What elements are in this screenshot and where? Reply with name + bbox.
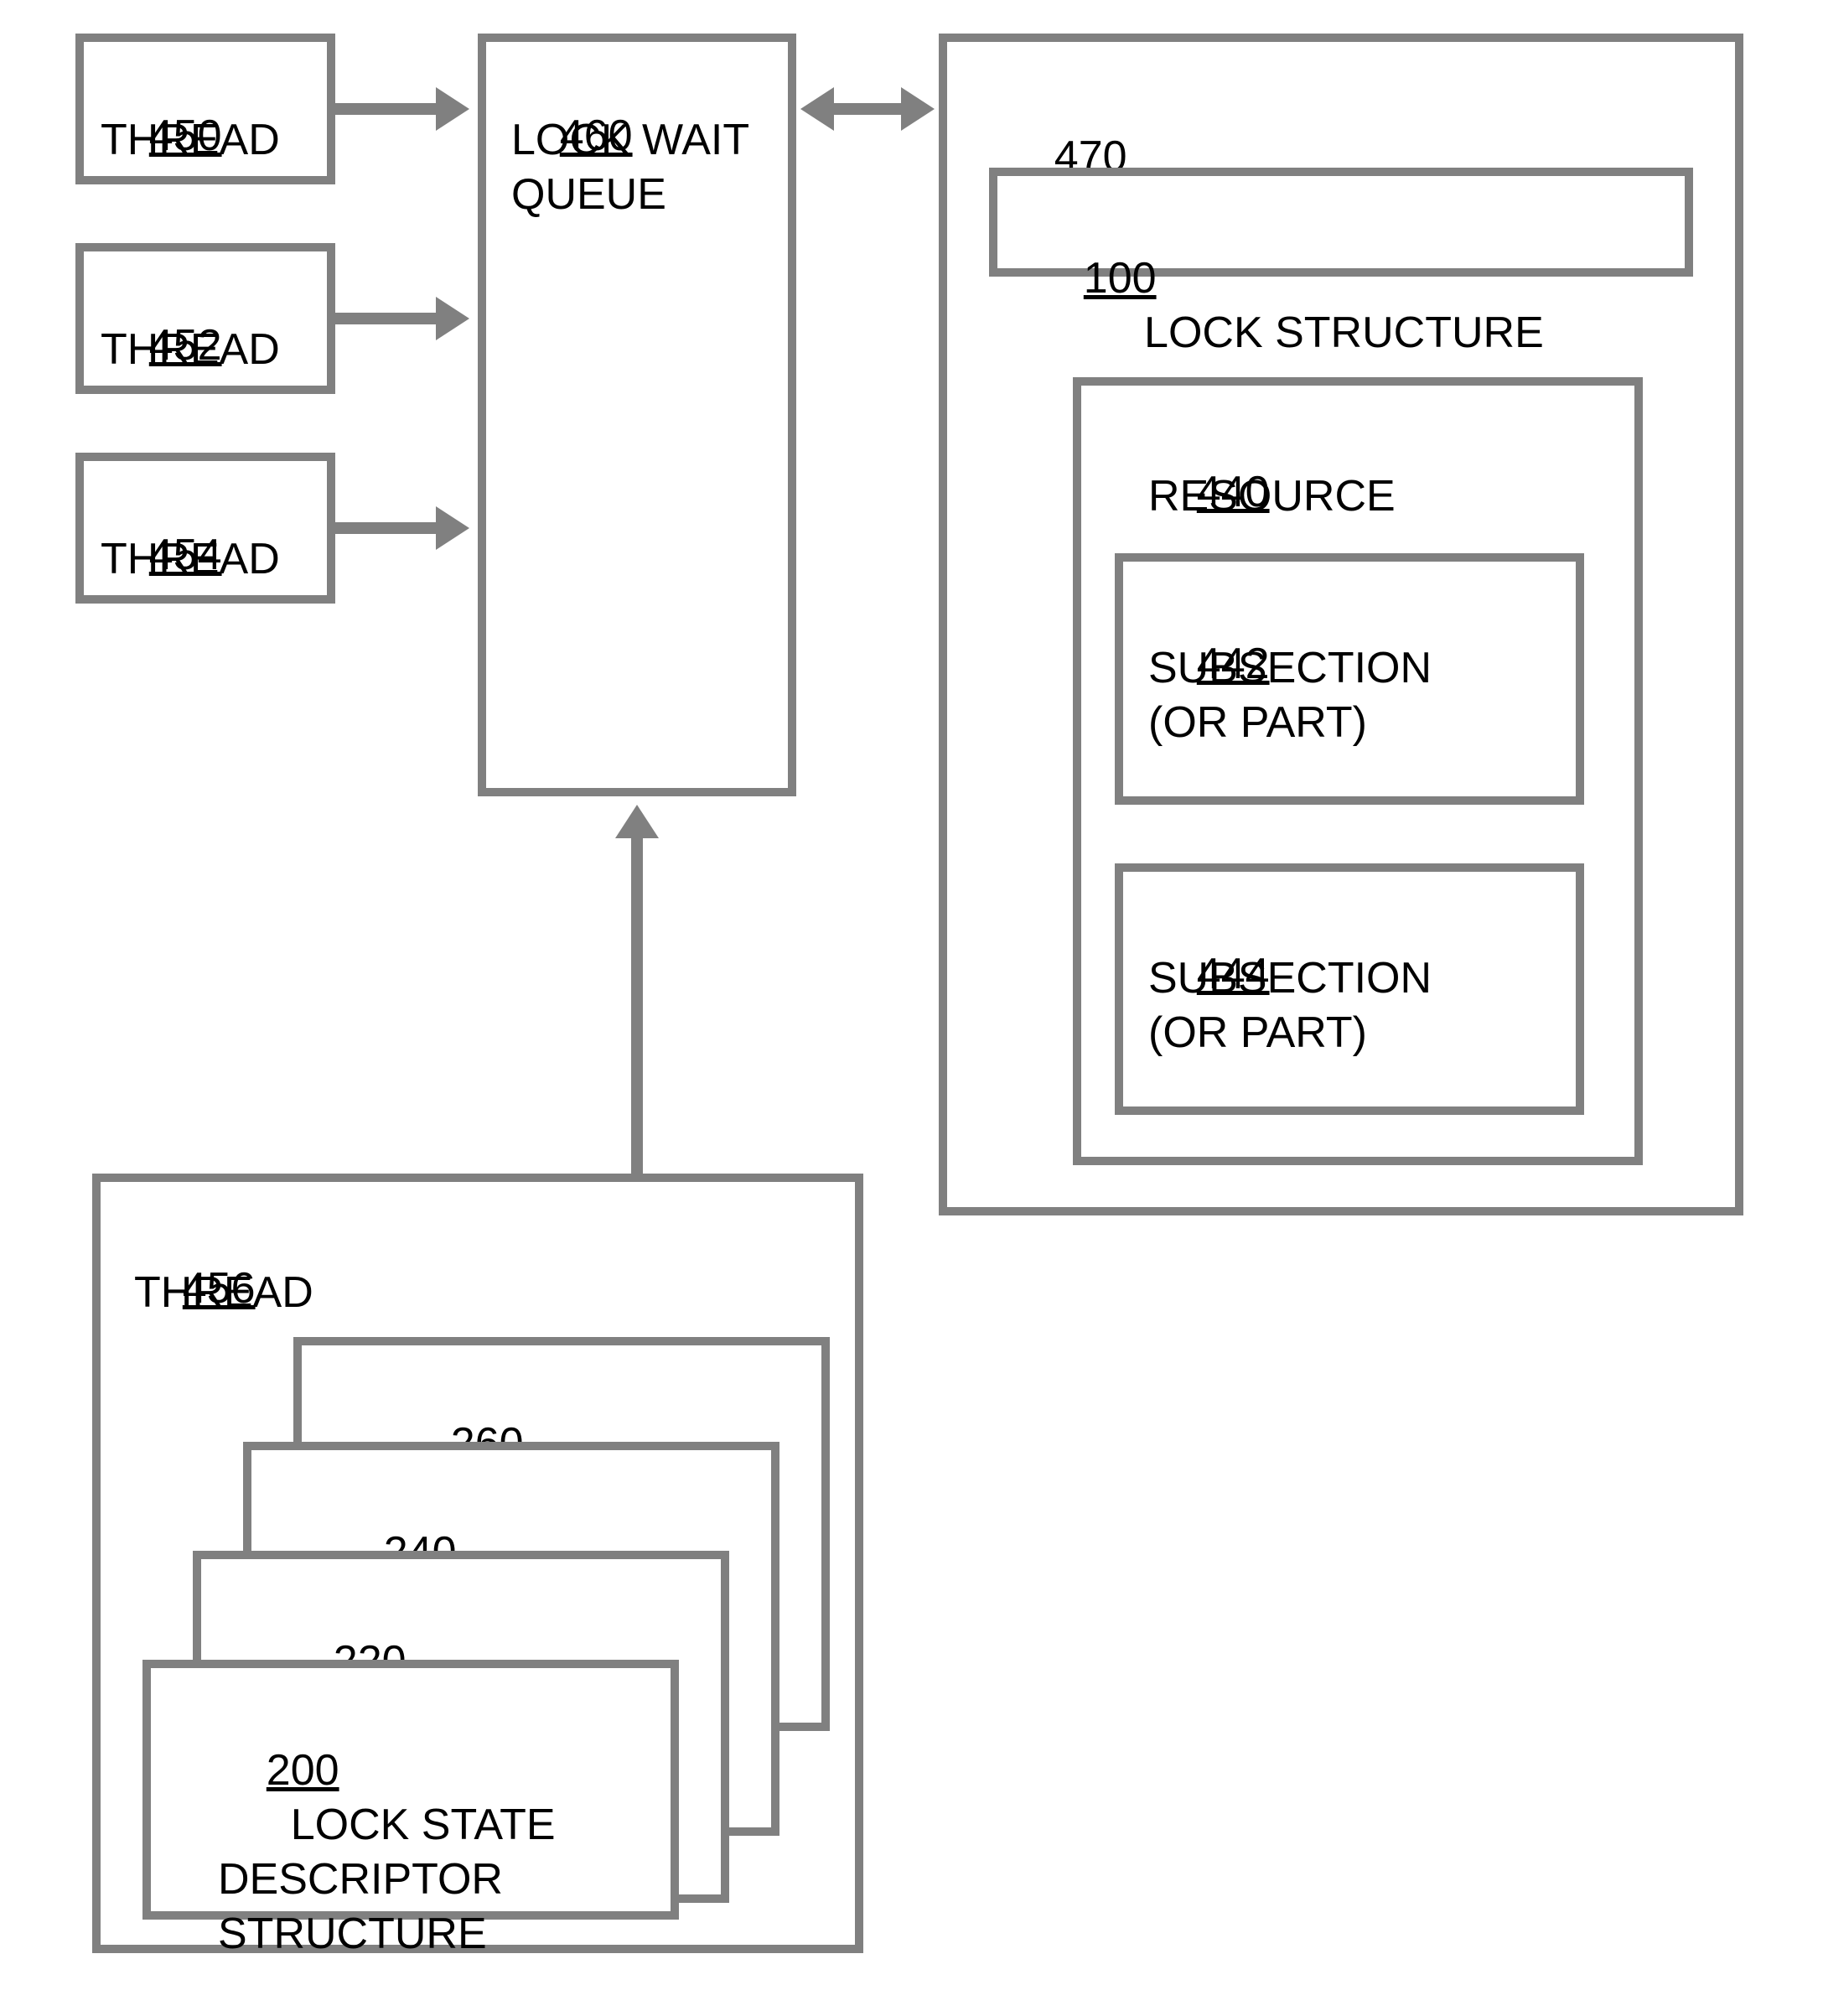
- arrow-450-head: [436, 87, 469, 131]
- arrow-456-to-queue-line: [631, 838, 643, 1174]
- arrow-queue-lock-left-head: [800, 87, 834, 131]
- thread-456-label: THREAD: [134, 1266, 313, 1320]
- arrow-450-to-queue: [335, 103, 444, 115]
- arrow-454-to-queue: [335, 522, 444, 534]
- lock-state-200-num: 200: [267, 1746, 339, 1795]
- arrow-456-to-queue-head: [615, 805, 659, 838]
- subsection-444-label: SUBSECTION (OR PART): [1148, 951, 1432, 1060]
- arrow-queue-lock-line: [830, 103, 905, 115]
- lock-structure-label: LOCK STRUCTURE: [1144, 308, 1544, 357]
- arrow-454-head: [436, 506, 469, 550]
- queue-label: LOCK WAIT QUEUE: [511, 113, 749, 222]
- arrow-queue-lock-right-head: [901, 87, 935, 131]
- thread-452-label: THREAD: [101, 323, 280, 377]
- subsection-442-label: SUBSECTION (OR PART): [1148, 641, 1432, 750]
- thread-450-label: THREAD: [101, 113, 280, 168]
- thread-454-label: THREAD: [101, 532, 280, 587]
- lock-structure-num: 100: [1084, 254, 1157, 303]
- diagram-canvas: 450 THREAD 452 THREAD 454 THREAD 460 LOC…: [0, 0, 1823, 2007]
- resource-label: RESOURCE: [1148, 469, 1396, 524]
- arrow-452-to-queue: [335, 313, 444, 324]
- arrow-452-head: [436, 297, 469, 340]
